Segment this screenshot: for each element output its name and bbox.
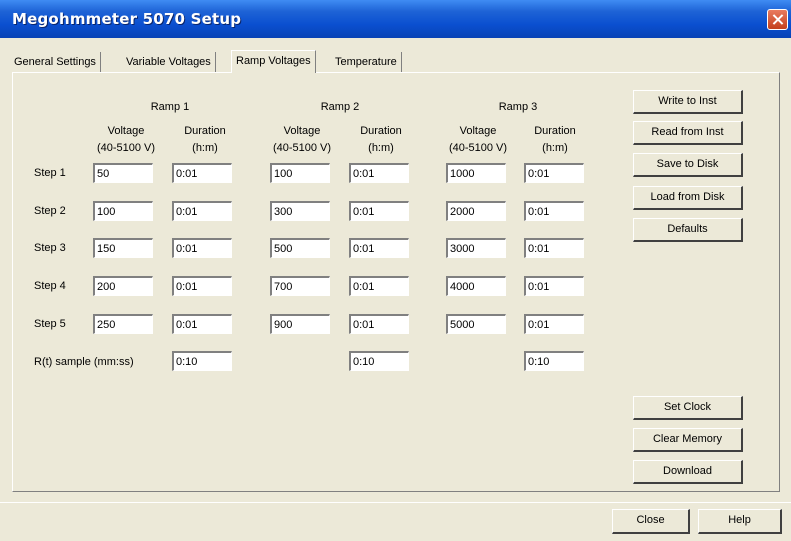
ramp-1-step-3-voltage-field[interactable]: 150 (93, 238, 153, 258)
ramp-3-step-5-voltage-field[interactable]: 5000 (446, 314, 506, 334)
ramp-1-step-1-voltage-field[interactable]: 50 (93, 163, 153, 183)
step-4-label: Step 4 (34, 280, 66, 292)
setup-window: Megohmmeter 5070 Setup General Settings … (0, 0, 791, 541)
ramp-2-step-3-voltage-field[interactable]: 500 (270, 238, 330, 258)
step-3-label: Step 3 (34, 242, 66, 254)
window-title: Megohmmeter 5070 Setup (12, 10, 242, 28)
ramp-1-step-4-voltage-field[interactable]: 200 (93, 276, 153, 296)
ramp-3-duration-header: Duration (534, 125, 576, 137)
ramp-1-sample-field[interactable]: 0:10 (172, 351, 232, 371)
ramp-1-step-2-duration-field[interactable]: 0:01 (172, 201, 232, 221)
ramp-3-step-1-voltage-field[interactable]: 1000 (446, 163, 506, 183)
ramp-1-step-3-duration-field[interactable]: 0:01 (172, 238, 232, 258)
tab-temperature[interactable]: Temperature (331, 52, 402, 72)
ramp-2-step-2-duration-field[interactable]: 0:01 (349, 201, 409, 221)
ramp-2-voltage-header: Voltage (283, 125, 321, 137)
ramp-2-step-4-duration-field[interactable]: 0:01 (349, 276, 409, 296)
ramp-1-step-5-voltage-field[interactable]: 250 (93, 314, 153, 334)
ramp-3-sample-field[interactable]: 0:10 (524, 351, 584, 371)
ramp-2-step-4-voltage-field[interactable]: 700 (270, 276, 330, 296)
tab-ramp-voltages[interactable]: Ramp Voltages (231, 50, 316, 73)
ramp-3-step-3-voltage-field[interactable]: 3000 (446, 238, 506, 258)
ramp-3-duration-unit: (h:m) (542, 142, 568, 154)
clear-memory-button[interactable]: Clear Memory (633, 428, 743, 452)
ramp-2-duration-unit: (h:m) (368, 142, 394, 154)
close-button[interactable]: Close (612, 509, 690, 534)
load-from-disk-button[interactable]: Load from Disk (633, 186, 743, 210)
ramp-3-step-2-duration-field[interactable]: 0:01 (524, 201, 584, 221)
ramp-1-step-4-duration-field[interactable]: 0:01 (172, 276, 232, 296)
ramp-1-voltage-header: Voltage (107, 125, 145, 137)
ramp-3-step-4-voltage-field[interactable]: 4000 (446, 276, 506, 296)
read-from-inst-button[interactable]: Read from Inst (633, 121, 743, 145)
ramp-2-step-1-duration-field[interactable]: 0:01 (349, 163, 409, 183)
write-to-inst-button[interactable]: Write to Inst (633, 90, 743, 114)
tab-variable-voltages[interactable]: Variable Voltages (122, 52, 216, 72)
ramp-2-sample-field[interactable]: 0:10 (349, 351, 409, 371)
ramp-2-step-5-voltage-field[interactable]: 900 (270, 314, 330, 334)
title-bar[interactable]: Megohmmeter 5070 Setup (0, 0, 791, 38)
ramp-3-step-2-voltage-field[interactable]: 2000 (446, 201, 506, 221)
defaults-button[interactable]: Defaults (633, 218, 743, 242)
ramp-3-step-5-duration-field[interactable]: 0:01 (524, 314, 584, 334)
ramp-3-step-1-duration-field[interactable]: 0:01 (524, 163, 584, 183)
set-clock-button[interactable]: Set Clock (633, 396, 743, 420)
tab-general-settings[interactable]: General Settings (10, 52, 101, 72)
ramp-2-voltage-range: (40-5100 V) (272, 142, 332, 154)
divider (0, 502, 791, 503)
ramp-1-voltage-range: (40-5100 V) (96, 142, 156, 154)
ramp-3-label: Ramp 3 (498, 101, 538, 113)
ramp-2-step-5-duration-field[interactable]: 0:01 (349, 314, 409, 334)
step-2-label: Step 2 (34, 205, 66, 217)
ramp-2-step-1-voltage-field[interactable]: 100 (270, 163, 330, 183)
step-1-label: Step 1 (34, 167, 66, 179)
save-to-disk-button[interactable]: Save to Disk (633, 153, 743, 177)
close-icon[interactable] (767, 9, 788, 30)
ramp-3-voltage-range: (40-5100 V) (448, 142, 508, 154)
ramp-1-step-5-duration-field[interactable]: 0:01 (172, 314, 232, 334)
ramp-2-step-2-voltage-field[interactable]: 300 (270, 201, 330, 221)
download-button[interactable]: Download (633, 460, 743, 484)
ramp-1-duration-unit: (h:m) (192, 142, 218, 154)
step-5-label: Step 5 (34, 318, 66, 330)
ramp-1-label: Ramp 1 (150, 101, 190, 113)
ramp-3-voltage-header: Voltage (459, 125, 497, 137)
ramp-1-step-1-duration-field[interactable]: 0:01 (172, 163, 232, 183)
sample-label: R(t) sample (mm:ss) (34, 356, 134, 368)
ramp-2-duration-header: Duration (360, 125, 402, 137)
help-button[interactable]: Help (698, 509, 782, 534)
ramp-1-step-2-voltage-field[interactable]: 100 (93, 201, 153, 221)
ramp-3-step-3-duration-field[interactable]: 0:01 (524, 238, 584, 258)
ramp-2-label: Ramp 2 (320, 101, 360, 113)
ramp-2-step-3-duration-field[interactable]: 0:01 (349, 238, 409, 258)
ramp-3-step-4-duration-field[interactable]: 0:01 (524, 276, 584, 296)
ramp-1-duration-header: Duration (184, 125, 226, 137)
